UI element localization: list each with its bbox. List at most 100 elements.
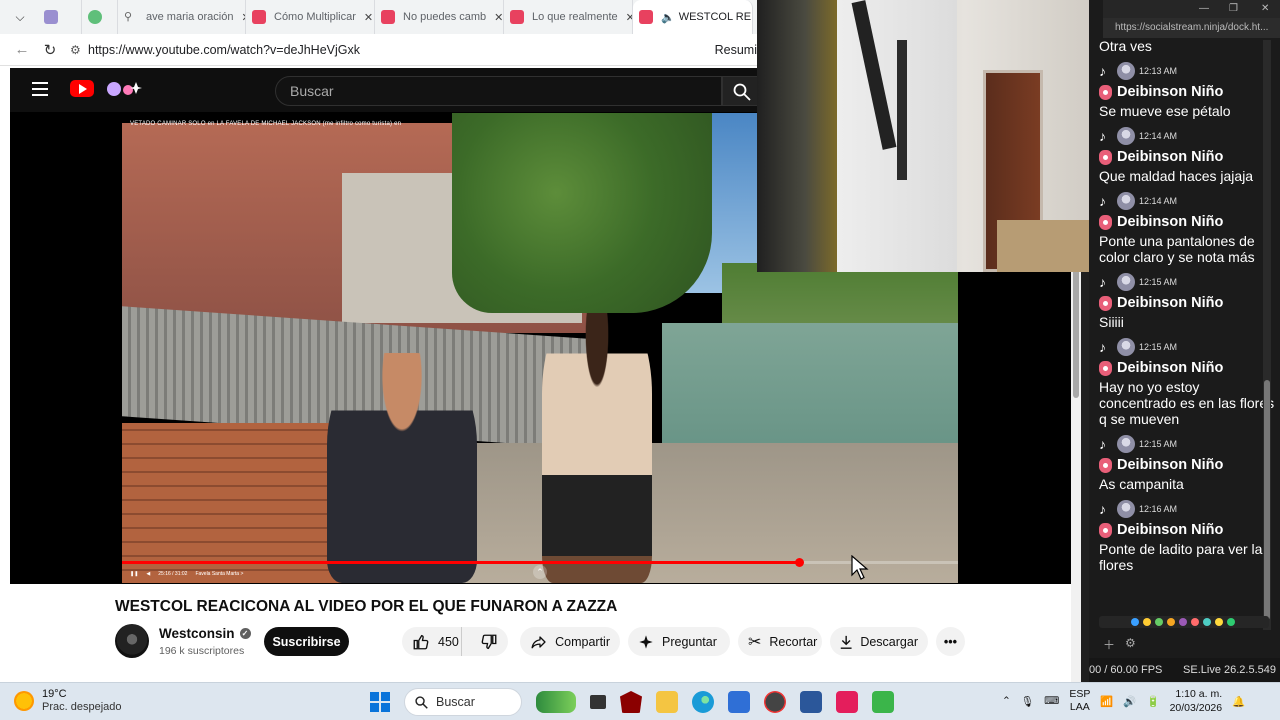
minimize-icon[interactable]: —: [1199, 3, 1209, 14]
tab-label: Lo que realmente: [532, 11, 618, 23]
clip-button[interactable]: ✂ Recortar: [738, 627, 822, 656]
subscribe-button[interactable]: Suscribirse: [264, 627, 349, 656]
word-icon[interactable]: [800, 691, 822, 713]
chevron-up-icon[interactable]: ⌃: [1002, 695, 1011, 707]
close-icon[interactable]: ✕: [494, 11, 503, 24]
tab-green-app[interactable]: [82, 0, 118, 34]
volume-icon[interactable]: ◀: [146, 571, 150, 577]
back-icon[interactable]: ←: [8, 41, 36, 58]
youtube-icon: [381, 10, 395, 24]
chevron-up-icon[interactable]: ⌃: [533, 565, 547, 579]
member-badge-icon: [1099, 457, 1112, 473]
chat-username-row: Deibinson Niño: [1099, 211, 1280, 233]
search-icon: ⚲: [124, 11, 133, 23]
chat-username[interactable]: Deibinson Niño: [1117, 295, 1223, 311]
youtube-logo[interactable]: [70, 80, 94, 97]
url-text: https://www.youtube.com/watch?v=deJhHeVj…: [88, 42, 361, 57]
scrollbar-thumb[interactable]: [1264, 380, 1270, 620]
gear-icon[interactable]: ⚙: [1125, 636, 1136, 650]
like-button[interactable]: 450: [402, 627, 462, 656]
user-avatar[interactable]: [1117, 273, 1135, 291]
chat-message-header: ♪ 12:16 AM: [1099, 499, 1280, 519]
edge-icon[interactable]: [692, 691, 714, 713]
menu-icon[interactable]: [32, 82, 48, 96]
user-avatar[interactable]: [1117, 500, 1135, 518]
chat-username-row: Deibinson Niño: [1099, 519, 1280, 541]
member-badge-icon: [1099, 214, 1112, 230]
user-avatar[interactable]: [1117, 192, 1135, 210]
chapter-label[interactable]: Favela Santa Marta >: [195, 571, 243, 577]
tab-youtube-active[interactable]: 🔈 WESTCOL RE: [633, 0, 753, 34]
taskbar-search[interactable]: Buscar: [404, 688, 522, 716]
ask-button[interactable]: Preguntar: [628, 627, 730, 656]
dislike-button[interactable]: [470, 633, 508, 651]
clock[interactable]: 1:10 a. m. 20/03/2026: [1170, 687, 1223, 715]
shield-app-icon[interactable]: [620, 691, 642, 713]
tab-camera[interactable]: [38, 0, 82, 34]
close-icon[interactable]: ✕: [364, 11, 373, 24]
chat-username[interactable]: Deibinson Niño: [1117, 214, 1223, 230]
tab-label: No puedes camb: [403, 11, 487, 23]
weather-widget[interactable]: 19°C Prac. despejado: [14, 688, 122, 714]
site-info-icon[interactable]: ⚙: [70, 43, 88, 57]
store-icon[interactable]: [728, 691, 750, 713]
task-view-icon[interactable]: [590, 695, 606, 709]
url-field[interactable]: ⚙ https://www.youtube.com/watch?v=deJhHe…: [70, 37, 680, 63]
speaker-icon[interactable]: 🔊: [1123, 695, 1136, 708]
channel-name-row[interactable]: Westconsin ✓: [159, 626, 251, 641]
user-avatar[interactable]: [1117, 62, 1135, 80]
game-app-icon[interactable]: [536, 691, 576, 713]
folder-icon[interactable]: [656, 691, 678, 713]
search-button[interactable]: [722, 76, 762, 106]
search-input[interactable]: Buscar: [275, 76, 722, 106]
chat-app-icon[interactable]: [872, 691, 894, 713]
channel-name[interactable]: Westconsin: [159, 626, 235, 641]
battery-icon[interactable]: 🔋: [1146, 695, 1159, 708]
chat-username[interactable]: Deibinson Niño: [1117, 457, 1223, 473]
user-avatar[interactable]: [1117, 435, 1135, 453]
summary-button[interactable]: Resumi: [715, 43, 757, 57]
tab-youtube-1[interactable]: Cómo Multiplicar ✕: [246, 0, 375, 34]
wifi-icon[interactable]: 📶: [1100, 695, 1113, 708]
microphone-icon[interactable]: 🎙: [1021, 695, 1034, 708]
chat-message-header: ♪ 12:14 AM: [1099, 126, 1280, 146]
tab-search[interactable]: ⚲ave maria oración✕: [118, 0, 246, 34]
tab-search-dropdown[interactable]: ⌵: [8, 5, 32, 29]
ask-label: Preguntar: [662, 634, 717, 649]
language-indicator[interactable]: ESP LAA: [1069, 688, 1090, 714]
tab-youtube-3[interactable]: Lo que realmente ✕: [504, 0, 633, 34]
chat-message-header: ♪ 12:14 AM: [1099, 191, 1280, 211]
version-label: SE.Live 26.2.5.549: [1183, 664, 1276, 676]
more-actions-button[interactable]: •••: [936, 627, 965, 656]
close-icon[interactable]: ✕: [1261, 3, 1269, 14]
obs-icon[interactable]: [764, 691, 786, 713]
window-controls: — ❐ ✕: [1103, 0, 1280, 18]
speaker-icon[interactable]: 🔈: [661, 11, 675, 24]
chat-username[interactable]: Deibinson Niño: [1117, 149, 1223, 165]
close-icon[interactable]: ✕: [626, 11, 632, 24]
thumbs-down-icon: [481, 634, 497, 649]
tiktok-icon[interactable]: [836, 691, 858, 713]
add-icon[interactable]: ＋: [1103, 636, 1115, 653]
chat-username[interactable]: Deibinson Niño: [1117, 84, 1223, 100]
scrollbar-thumb[interactable]: [1073, 268, 1079, 398]
download-button[interactable]: Descargar: [830, 627, 928, 656]
bluetooth-icon[interactable]: ⌨: [1044, 695, 1059, 707]
channel-avatar[interactable]: [115, 624, 149, 658]
windows-start-icon[interactable]: [370, 692, 390, 712]
pause-icon[interactable]: ❚❚: [130, 571, 138, 577]
maximize-icon[interactable]: ❐: [1229, 3, 1238, 14]
progress-bar[interactable]: [122, 558, 958, 567]
chat-scrollbar[interactable]: [1263, 40, 1271, 630]
chat-username[interactable]: Deibinson Niño: [1117, 522, 1223, 538]
user-avatar[interactable]: [1117, 338, 1135, 356]
tab-youtube-2[interactable]: No puedes camb ✕: [375, 0, 504, 34]
download-icon: [840, 635, 852, 649]
taskbar-search-label: Buscar: [436, 695, 475, 709]
user-avatar[interactable]: [1117, 127, 1135, 145]
reload-icon[interactable]: ↻: [36, 41, 64, 59]
share-button[interactable]: Compartir: [520, 627, 620, 656]
notification-icon[interactable]: 🔔: [1232, 695, 1245, 708]
doodle-icon[interactable]: [100, 78, 142, 100]
chat-username[interactable]: Deibinson Niño: [1117, 360, 1223, 376]
